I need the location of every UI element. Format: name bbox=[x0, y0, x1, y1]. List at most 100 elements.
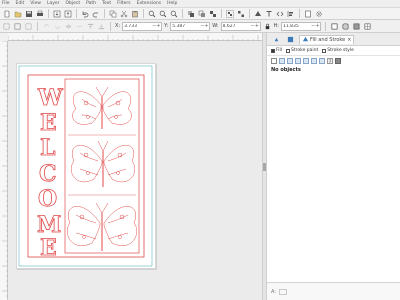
flat-color-icon[interactable] bbox=[279, 58, 285, 64]
separator bbox=[48, 9, 49, 18]
linear-gradient-icon[interactable] bbox=[287, 58, 293, 64]
redo-button[interactable] bbox=[91, 9, 101, 19]
x-input[interactable] bbox=[124, 23, 153, 29]
copy-button[interactable] bbox=[108, 9, 118, 19]
lower-to-bottom-button[interactable] bbox=[97, 22, 106, 31]
separator bbox=[110, 21, 111, 31]
fill-swatch-icon bbox=[271, 48, 275, 53]
ungroup-button[interactable] bbox=[236, 9, 246, 19]
fill-rule-icon[interactable] bbox=[335, 58, 341, 64]
text-icon bbox=[266, 10, 272, 16]
import-icon bbox=[53, 10, 61, 17]
h-input[interactable] bbox=[283, 23, 311, 29]
opacity-icon bbox=[279, 288, 287, 295]
select-all-button[interactable] bbox=[2, 22, 11, 31]
letter-e2: E bbox=[40, 235, 57, 261]
undo-button[interactable] bbox=[80, 9, 90, 19]
save-icon bbox=[26, 10, 32, 17]
h-field[interactable]: − + bbox=[281, 21, 321, 31]
menu-view[interactable]: View bbox=[30, 1, 41, 6]
menu-file[interactable]: File bbox=[2, 1, 10, 6]
zoom-drawing-button[interactable] bbox=[158, 9, 168, 19]
dock-tab-snap[interactable] bbox=[271, 35, 282, 44]
new-doc-button[interactable] bbox=[2, 9, 12, 19]
flip-vertical-button[interactable] bbox=[75, 22, 84, 31]
subtab-stroke-paint[interactable]: Stroke paint bbox=[286, 48, 318, 53]
cut-button[interactable] bbox=[119, 9, 129, 19]
plus-icon[interactable]: + bbox=[204, 23, 208, 29]
select-all-layers-button[interactable] bbox=[13, 22, 22, 31]
welcome-lettering: W E L C O M E bbox=[37, 85, 64, 262]
save-button[interactable] bbox=[24, 9, 34, 19]
artwork[interactable]: W E L C O M E bbox=[16, 63, 156, 269]
close-icon[interactable]: × bbox=[347, 37, 351, 43]
raise-to-top-button[interactable] bbox=[86, 22, 95, 31]
unlink-clone-button[interactable] bbox=[208, 9, 218, 19]
xml-icon bbox=[276, 11, 284, 16]
move-gradients-toggle[interactable] bbox=[352, 22, 361, 31]
subtab-stroke-style[interactable]: Stroke style bbox=[322, 48, 354, 53]
document-page[interactable]: W E L C O M E bbox=[16, 63, 156, 269]
subtab-fill-label: Fill bbox=[276, 48, 283, 53]
w-field[interactable]: − + bbox=[220, 21, 261, 31]
print-icon bbox=[37, 10, 43, 16]
export-button[interactable] bbox=[63, 9, 73, 19]
fill-stroke-panel: Fill and Stroke × Fill Stroke paint Stro… bbox=[266, 33, 400, 300]
menu-layer[interactable]: Layer bbox=[47, 1, 60, 6]
menu-filters[interactable]: Filters bbox=[117, 1, 131, 6]
zoom-page-button[interactable] bbox=[169, 9, 179, 19]
tab-fill-and-stroke[interactable]: Fill and Stroke × bbox=[299, 34, 355, 44]
plus-icon[interactable]: + bbox=[255, 23, 259, 29]
zoom-selection-button[interactable] bbox=[147, 9, 157, 19]
scale-corners-toggle[interactable] bbox=[341, 22, 350, 31]
group-button[interactable] bbox=[225, 9, 235, 19]
paste-button[interactable] bbox=[130, 9, 140, 19]
deselect-button[interactable] bbox=[24, 22, 33, 31]
flip-horizontal-button[interactable] bbox=[64, 22, 73, 31]
plus-icon[interactable]: + bbox=[156, 23, 160, 29]
subtab-fill[interactable]: Fill bbox=[271, 48, 282, 53]
separator bbox=[221, 9, 222, 18]
status-message: No objects bbox=[271, 67, 301, 73]
menu-path[interactable]: Path bbox=[86, 1, 96, 6]
pattern-icon[interactable] bbox=[311, 58, 317, 64]
rotate-ccw-button[interactable] bbox=[42, 22, 51, 31]
unset-paint-icon[interactable]: ? bbox=[327, 58, 333, 64]
menu-extensions[interactable]: Extensions bbox=[137, 1, 161, 6]
fill-stroke-button[interactable] bbox=[253, 9, 263, 19]
objects-icon bbox=[287, 36, 294, 42]
radial-gradient-icon[interactable] bbox=[295, 58, 301, 64]
move-patterns-toggle[interactable] bbox=[363, 22, 372, 31]
y-field[interactable]: − + bbox=[170, 21, 211, 31]
xml-editor-button[interactable] bbox=[275, 9, 285, 19]
butterfly-top bbox=[72, 86, 132, 129]
scale-corners-icon bbox=[342, 23, 349, 29]
x-field[interactable]: − + bbox=[122, 21, 163, 31]
clone-button[interactable] bbox=[197, 9, 207, 19]
w-input[interactable] bbox=[222, 23, 251, 29]
lock-ratio-button[interactable] bbox=[263, 22, 272, 31]
mesh-gradient-icon[interactable] bbox=[303, 58, 309, 64]
menu-edit[interactable]: Edit bbox=[16, 1, 25, 6]
print-button[interactable] bbox=[35, 9, 45, 19]
y-input[interactable] bbox=[172, 23, 201, 29]
align-icon bbox=[287, 10, 293, 17]
swatch-icon[interactable] bbox=[319, 58, 325, 64]
import-button[interactable] bbox=[52, 9, 62, 19]
text-font-button[interactable] bbox=[264, 9, 274, 19]
rotate-cw-button[interactable] bbox=[53, 22, 62, 31]
raise-top-icon bbox=[87, 23, 94, 29]
menu-text[interactable]: Text bbox=[102, 1, 111, 6]
open-button[interactable] bbox=[13, 9, 23, 19]
plus-icon[interactable]: + bbox=[315, 23, 319, 29]
duplicate-button[interactable] bbox=[186, 9, 196, 19]
duplicate-icon bbox=[188, 10, 194, 17]
no-paint-icon[interactable] bbox=[271, 58, 277, 64]
menu-object[interactable]: Object bbox=[65, 1, 80, 6]
dock-tab-objects[interactable] bbox=[285, 35, 296, 44]
preferences-button[interactable] bbox=[314, 9, 324, 19]
menu-help[interactable]: Help bbox=[167, 1, 177, 6]
scale-stroke-toggle[interactable] bbox=[330, 22, 339, 31]
document-properties-button[interactable] bbox=[303, 9, 313, 19]
align-distribute-button[interactable] bbox=[286, 9, 296, 19]
